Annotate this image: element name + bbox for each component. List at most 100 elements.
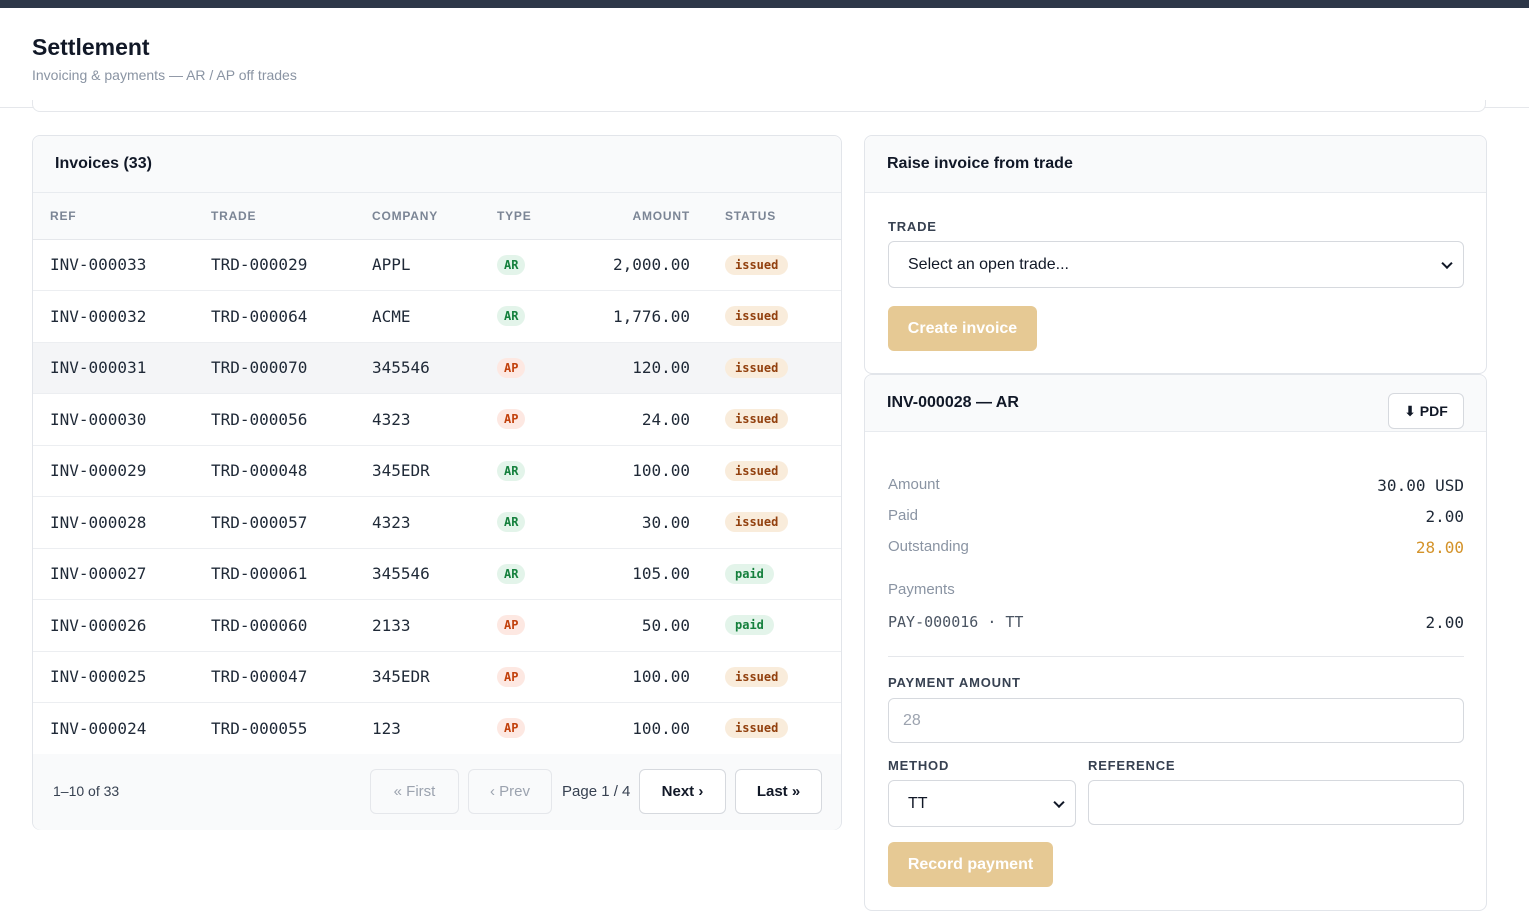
status-badge: issued <box>725 409 789 430</box>
cell-type: AP <box>480 651 565 703</box>
table-row[interactable]: INV-000025 TRD-000047 345EDR AP 100.00 issued <box>33 651 841 703</box>
payment-amount-input[interactable]: 28 <box>888 698 1464 743</box>
type-badge: AP <box>497 615 526 636</box>
cell-amount: 30.00 <box>641 512 690 532</box>
table-row[interactable]: INV-000027 TRD-000061 345546 AR 105.00 paid <box>33 548 841 600</box>
trade-select-value: Select an open trade... <box>908 255 1069 273</box>
cell-status: paid <box>708 548 841 600</box>
top-bar <box>0 0 1529 8</box>
cell-trade: TRD-000056 <box>211 409 308 429</box>
create-invoice-button[interactable]: Create invoice <box>888 306 1037 351</box>
cell-trade: TRD-000048 <box>211 461 308 481</box>
table-row[interactable]: INV-000029 TRD-000048 345EDR AR 100.00 issued <box>33 445 841 497</box>
cell-type: AP <box>480 342 565 394</box>
cell-company: 123 <box>372 718 401 738</box>
page-subtitle: Invoicing & payments — AR / AP off trade… <box>32 67 297 83</box>
col-ref[interactable]: REF <box>33 193 194 239</box>
status-badge: issued <box>725 306 789 327</box>
cell-type: AR <box>480 497 565 549</box>
reference-label: REFERENCE <box>1088 758 1176 773</box>
status-badge: issued <box>725 254 789 275</box>
cell-type: AR <box>480 291 565 343</box>
raise-invoice-card: Raise invoice from trade TRADE Select an… <box>864 135 1487 374</box>
col-type[interactable]: TYPE <box>480 193 565 239</box>
cell-trade: TRD-000060 <box>211 615 308 635</box>
amount-value: 30.00 USD <box>1377 476 1464 495</box>
cell-trade: TRD-000047 <box>211 667 308 687</box>
pagination: 1–10 of 33 « First ‹ Prev Page 1 / 4 Nex… <box>33 754 841 830</box>
cell-amount: 100.00 <box>632 667 690 687</box>
method-label: METHOD <box>888 758 950 773</box>
table-row[interactable]: INV-000026 TRD-000060 2133 AP 50.00 paid <box>33 600 841 652</box>
table-row[interactable]: INV-000030 TRD-000056 4323 AP 24.00 issued <box>33 394 841 445</box>
cell-company: 345546 <box>372 564 430 584</box>
paid-value: 2.00 <box>1425 507 1464 526</box>
cell-type: AR <box>480 548 565 600</box>
cell-trade: TRD-000055 <box>211 718 308 738</box>
col-trade[interactable]: TRADE <box>194 193 355 239</box>
cell-ref: INV-000033 <box>50 255 147 275</box>
paid-label: Paid <box>888 507 919 524</box>
cell-ref: INV-000025 <box>50 667 147 687</box>
chevron-down-icon <box>1441 257 1453 269</box>
cell-company: 4323 <box>372 409 411 429</box>
method-select-value: TT <box>908 794 928 812</box>
reference-input[interactable] <box>1088 780 1464 825</box>
type-badge: AR <box>497 563 526 584</box>
col-company[interactable]: COMPANY <box>355 193 480 239</box>
cell-type: AR <box>480 239 565 291</box>
cell-amount: 100.00 <box>632 461 690 481</box>
table-row[interactable]: INV-000033 TRD-000029 APPL AR 2,000.00 issued <box>33 239 841 291</box>
first-page-button[interactable]: « First <box>370 769 459 814</box>
table-row[interactable]: INV-000028 TRD-000057 4323 AR 30.00 issued <box>33 497 841 549</box>
cell-ref: INV-000024 <box>50 718 147 738</box>
table-row[interactable]: INV-000032 TRD-000064 ACME AR 1,776.00 issued <box>33 291 841 343</box>
page-indicator: Page 1 / 4 <box>562 783 631 800</box>
cell-company: APPL <box>372 255 411 275</box>
next-page-button[interactable]: Next › <box>639 769 726 814</box>
last-page-button[interactable]: Last » <box>735 769 822 814</box>
cell-company: 2133 <box>372 615 411 635</box>
col-amount[interactable]: AMOUNT <box>565 193 708 239</box>
page-title: Settlement <box>32 34 150 60</box>
outstanding-value: 28.00 <box>1415 538 1464 557</box>
type-badge: AR <box>497 512 526 533</box>
status-badge: issued <box>725 718 789 739</box>
cell-company: 4323 <box>372 512 411 532</box>
cell-trade: TRD-000029 <box>211 255 308 275</box>
col-status[interactable]: STATUS <box>708 193 841 239</box>
type-badge: AR <box>497 254 526 275</box>
cell-ref: INV-000030 <box>50 409 147 429</box>
cell-ref: INV-000028 <box>50 512 147 532</box>
cell-ref: INV-000027 <box>50 564 147 584</box>
cell-type: AP <box>480 600 565 652</box>
type-badge: AP <box>497 409 526 430</box>
cell-amount: 2,000.00 <box>612 255 690 275</box>
table-row[interactable]: INV-000031 TRD-000070 345546 AP 120.00 issued <box>33 342 841 394</box>
download-pdf-button[interactable]: ⬇ PDF <box>1388 393 1464 429</box>
prev-page-button[interactable]: ‹ Prev <box>468 769 552 814</box>
cell-status: issued <box>708 342 841 394</box>
status-badge: issued <box>725 357 789 378</box>
status-badge: paid <box>725 563 774 584</box>
cell-trade: TRD-000070 <box>211 358 308 378</box>
status-badge: paid <box>725 615 774 636</box>
record-payment-button[interactable]: Record payment <box>888 842 1053 887</box>
cell-trade: TRD-000064 <box>211 306 308 326</box>
invoices-card: Invoices (33) REF TRADE COMPANY TYPE AMO… <box>32 135 842 830</box>
table-row[interactable]: INV-000024 TRD-000055 123 AP 100.00 issued <box>33 703 841 755</box>
trade-select[interactable]: Select an open trade... <box>888 241 1464 288</box>
cell-status: issued <box>708 651 841 703</box>
raise-invoice-title: Raise invoice from trade <box>865 136 1486 193</box>
cell-amount: 50.00 <box>641 615 690 635</box>
trade-label: TRADE <box>888 219 937 234</box>
cell-ref: INV-000026 <box>50 615 147 635</box>
payment-amount-placeholder: 28 <box>903 711 921 729</box>
invoice-detail-card: INV-000028 — AR ⬇ PDF Amount 30.00 USD P… <box>864 374 1487 911</box>
payments-label: Payments <box>888 581 955 598</box>
cell-type: AP <box>480 703 565 755</box>
method-select[interactable]: TT <box>888 780 1076 827</box>
cell-company: 345EDR <box>372 461 430 481</box>
page-header: Settlement Invoicing & payments — AR / A… <box>0 8 1529 108</box>
payment-item-amount: 2.00 <box>1425 613 1464 632</box>
